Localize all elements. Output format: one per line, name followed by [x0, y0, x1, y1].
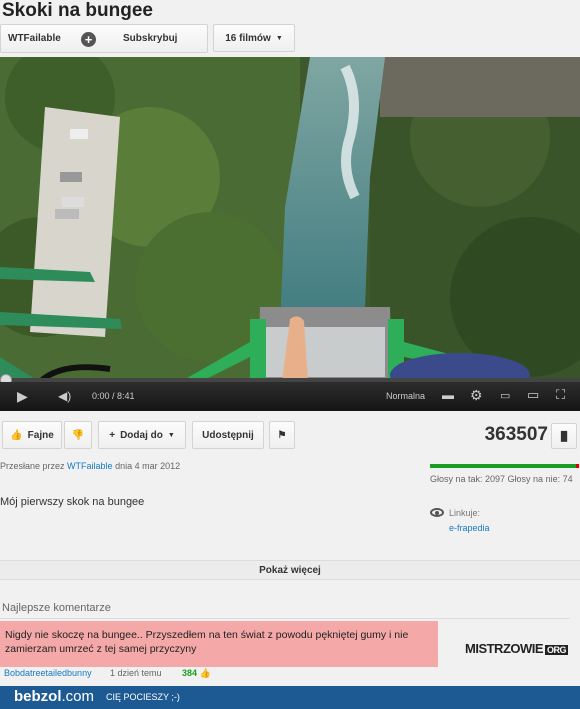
stats-button[interactable]: ▐▌ — [551, 423, 577, 449]
annotations-icon[interactable]: ▬ — [442, 388, 454, 402]
view-count: 363507 — [484, 424, 548, 445]
comment-text: Nigdy nie skoczę na bungee.. Przyszedłem… — [5, 629, 409, 655]
like-ratio-bar — [430, 464, 578, 468]
chevron-down-icon: ▼ — [167, 431, 175, 439]
quality-label[interactable]: Normalna — [386, 391, 425, 401]
show-more-button[interactable]: Pokaż więcej — [0, 565, 580, 576]
like-label: Fajne — [27, 429, 54, 441]
uploaded-by-label: Przesłane przez — [0, 461, 65, 471]
subscribe-button[interactable]: Subskrybuj — [123, 33, 177, 44]
chevron-down-icon: ▼ — [275, 34, 283, 42]
share-button[interactable]: Udostępnij — [192, 421, 264, 449]
plus-icon[interactable]: + — [81, 32, 96, 47]
comments-heading: Najlepsze komentarze — [2, 602, 111, 614]
footer-logo[interactable]: bebzol.com — [14, 688, 94, 705]
comments-divider — [0, 618, 570, 619]
add-to-label: Dodaj do — [120, 429, 163, 441]
share-label: Udostępnij — [202, 429, 254, 441]
large-player-icon[interactable]: ▭ — [527, 387, 539, 403]
gear-icon[interactable]: ⚙ — [470, 387, 483, 404]
time-display: 0:00 / 8:41 — [92, 391, 135, 401]
like-button[interactable]: 👍 Fajne — [2, 421, 62, 449]
watermark-logo: MISTRZOWIE ORG — [465, 641, 569, 656]
upload-info: Przesłane przez WTFailable dnia 4 mar 20… — [0, 461, 180, 471]
comment-author-link[interactable]: Bobdatreetailedbunny — [4, 668, 92, 678]
bar-chart-icon: ▐▌ — [557, 431, 571, 441]
uploader-link[interactable]: WTFailable — [67, 461, 113, 471]
upload-date: dnia 4 mar 2012 — [115, 461, 181, 471]
links-label: Linkuje: — [449, 508, 481, 518]
video-description: Mój pierwszy skok na bungee — [0, 496, 145, 508]
flag-icon: ⚑ — [277, 429, 287, 441]
add-to-button[interactable]: + Dodaj do ▼ — [98, 421, 186, 449]
videos-dropdown-button[interactable]: 16 filmów ▼ — [213, 24, 295, 52]
watermark-suffix: ORG — [545, 645, 569, 655]
plus-icon: + — [109, 429, 116, 441]
thumbs-down-icon: 👎 — [71, 429, 85, 441]
comment-likes-count: 384 — [182, 668, 198, 678]
links-value-link[interactable]: e-frapedia — [449, 523, 490, 533]
footer-slogan: CIĘ POCIESZY ;-) — [106, 692, 180, 702]
vote-counts: Głosy na tak: 2097 Głosy na nie: 74 — [430, 474, 573, 484]
dislike-button[interactable]: 👎 — [64, 421, 92, 449]
thumbs-up-icon[interactable]: 👍 — [200, 668, 211, 678]
video-player[interactable] — [0, 57, 580, 382]
comment-likes: 384 👍 — [182, 668, 211, 679]
channel-bar: WTFailable + Subskrybuj — [0, 24, 208, 53]
play-icon[interactable]: ▶ — [17, 388, 28, 405]
flag-button[interactable]: ⚑ — [269, 421, 295, 449]
video-frame-image — [0, 57, 580, 382]
dislike-ratio-bar — [576, 464, 579, 468]
footer-logo-domain: .com — [61, 688, 95, 705]
watermark-main: MISTRZOWIE — [465, 641, 544, 656]
video-title: Skoki na bungee — [2, 0, 153, 21]
fullscreen-icon[interactable]: ⛶ — [556, 387, 565, 403]
footer-logo-name: bebzol — [14, 688, 62, 705]
small-player-icon[interactable]: ▭ — [500, 389, 510, 402]
eye-pupil-icon — [435, 511, 439, 515]
videos-count-label: 16 filmów — [225, 32, 271, 44]
volume-icon[interactable]: ◀) — [58, 389, 71, 403]
thumbs-up-icon: 👍 — [10, 429, 23, 441]
channel-name-link[interactable]: WTFailable — [8, 33, 61, 44]
player-controls: ▶ ◀) 0:00 / 8:41 Normalna ▬ ⚙ ▭ ▭ ⛶ — [0, 382, 580, 411]
comment-time: 1 dzień temu — [110, 668, 162, 678]
